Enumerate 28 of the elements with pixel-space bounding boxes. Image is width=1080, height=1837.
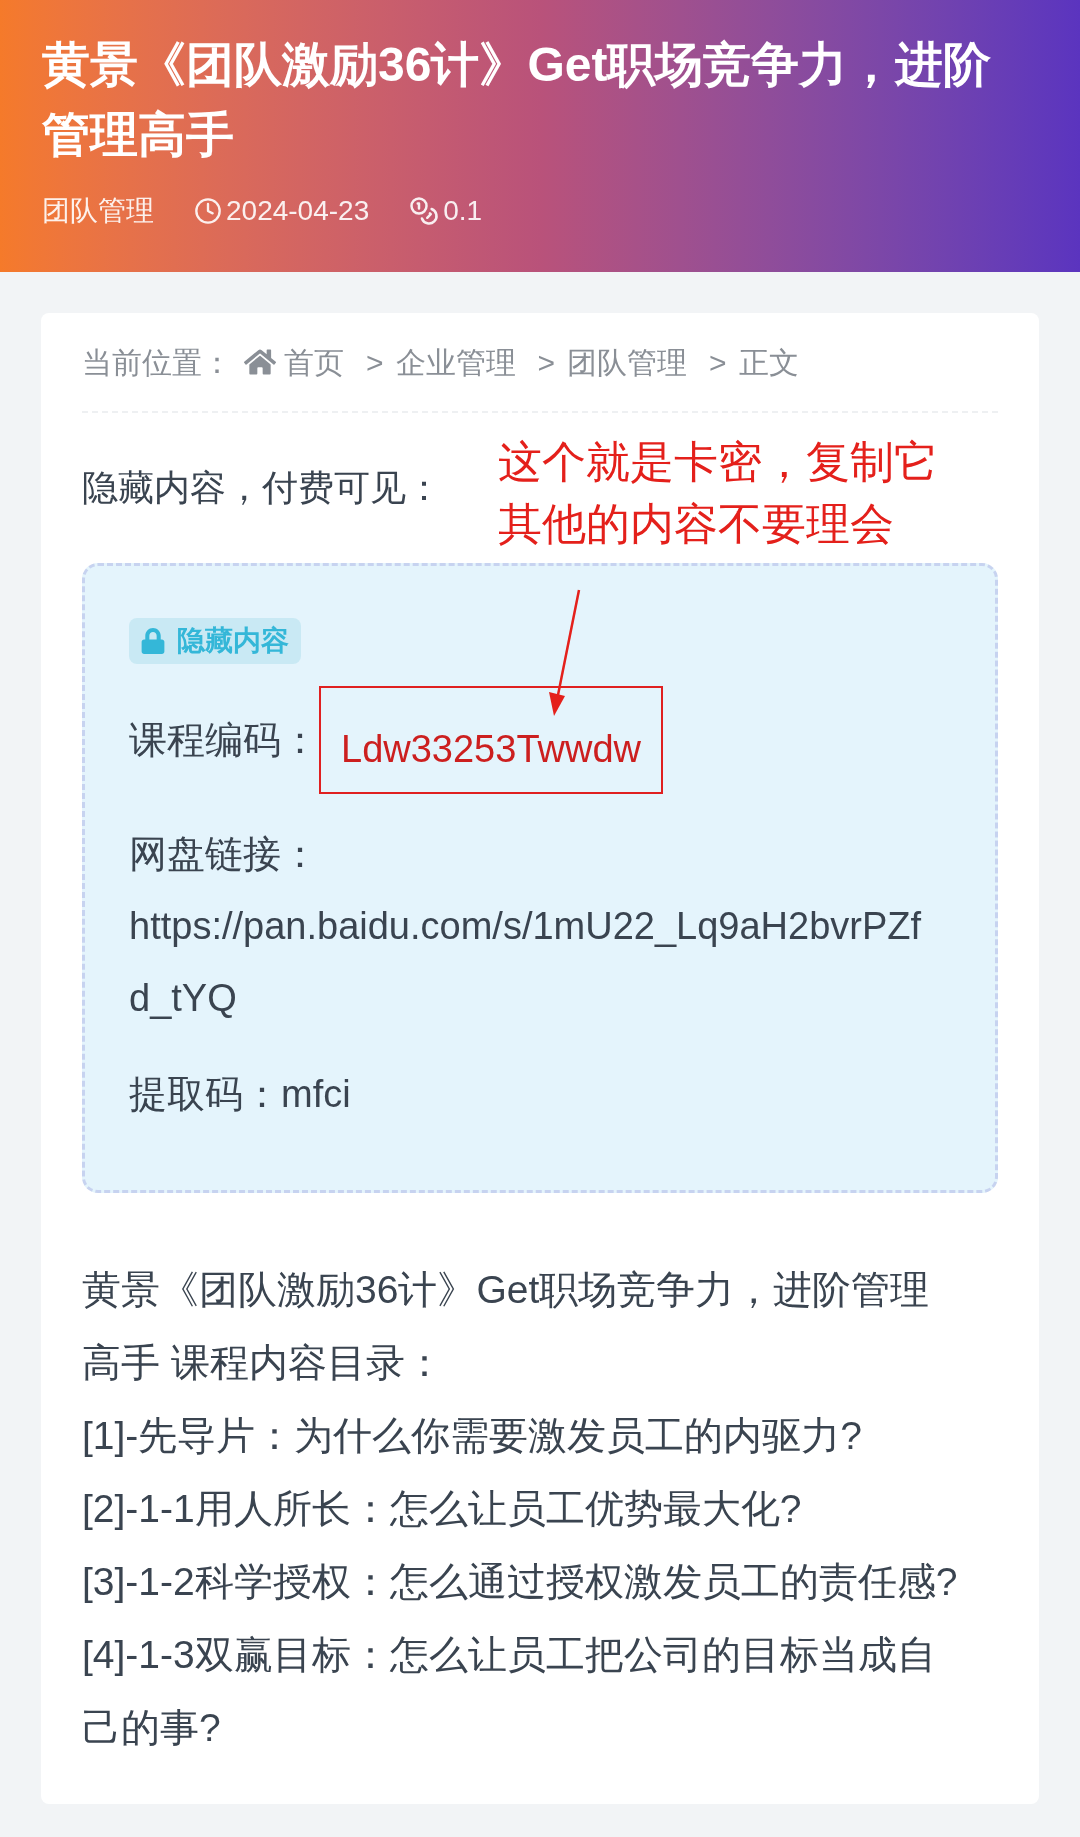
content-paragraph: [1]-先导片：为什么你需要激发员工的内驱力? xyxy=(82,1413,864,1459)
content-paragraph: [3]-1-2科学授权：怎么通过授权激发员工的责任感? xyxy=(82,1559,959,1605)
content-paragraph: 黄景《团队激励36计》Get职场竞争力，进阶管理高手 课程内容目录： xyxy=(82,1267,931,1386)
highlight-frame: Ldw33253Twwdw xyxy=(319,686,663,794)
lock-icon xyxy=(141,628,165,654)
clock-icon xyxy=(194,197,222,225)
breadcrumb-link[interactable]: 企业管理 xyxy=(395,339,516,385)
article-title: 黄景《团队激励36计》Get职场竞争力，进阶管理高手 xyxy=(42,37,993,163)
date-text: 2024-04-23 xyxy=(226,194,370,228)
hidden-badge: 隐藏内容 xyxy=(129,618,301,664)
field-text: 提取码：mfci xyxy=(129,1072,352,1117)
coins-icon xyxy=(409,196,440,226)
field-value: https://pan.baidu.com/s/1mU22_Lq9aH2bvrPZfd_tYQ xyxy=(129,904,923,1021)
breadcrumb-link[interactable]: 首页 xyxy=(244,339,344,385)
content-paragraph: [4]-1-3双赢目标：怎么让员工把公司的目标当成自己的事? xyxy=(82,1632,937,1751)
breadcrumb-link[interactable]: 正文 xyxy=(738,339,799,385)
price-text: 0.1 xyxy=(443,194,483,228)
field-label: 网盘链接： xyxy=(129,832,320,877)
annotation-text: 这个就是卡密，复制它 其他的内容不要理会 xyxy=(498,436,938,550)
breadcrumb-link[interactable]: 团队管理 xyxy=(567,339,688,385)
hidden-notice: 隐藏内容，付费可见： xyxy=(82,466,442,510)
breadcrumb-separator: > xyxy=(537,344,556,381)
field-label: 课程编码： xyxy=(129,717,319,763)
breadcrumb-label: 当前位置： xyxy=(82,344,232,381)
breadcrumb-separator: > xyxy=(709,344,727,381)
content-paragraph: [2]-1-1用人所长：怎么让员工优势最大化? xyxy=(82,1486,803,1532)
breadcrumb-separator: > xyxy=(366,344,384,381)
category-link[interactable]: 团队管理 xyxy=(42,190,154,232)
